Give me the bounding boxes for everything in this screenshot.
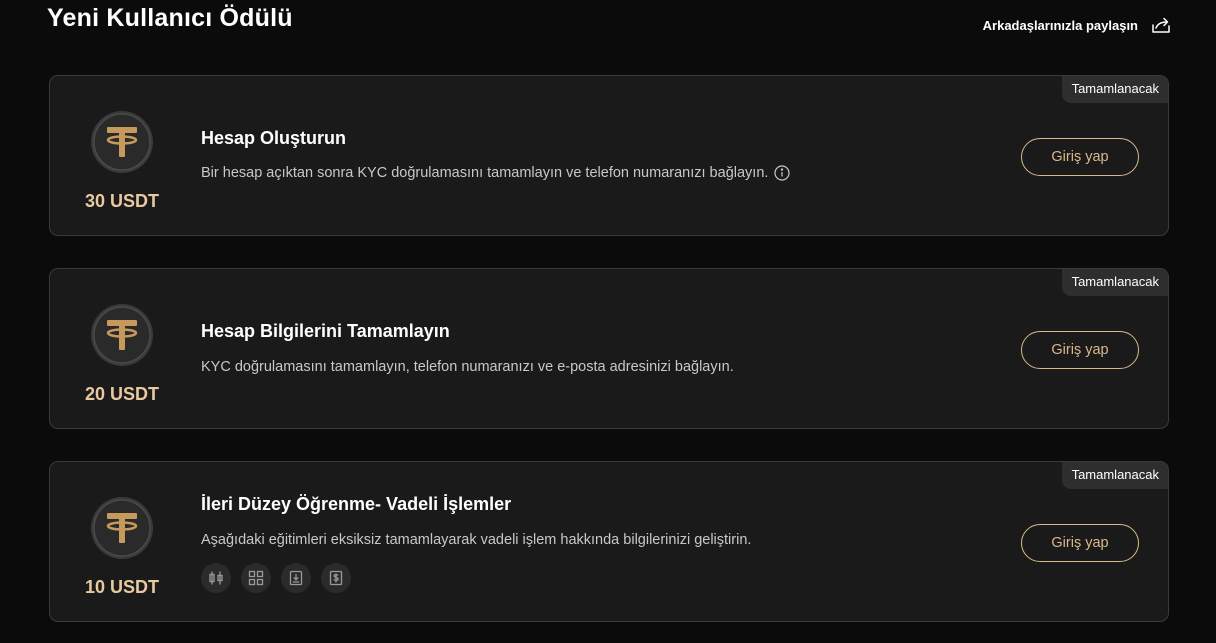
share-label: Arkadaşlarınızla paylaşın <box>982 17 1138 33</box>
reward-task-card: Tamamlanacak 20 USDT Hesap Bilgilerini T… <box>49 268 1169 429</box>
grid-icon[interactable] <box>241 563 271 593</box>
task-title: Hesap Bilgilerini Tamamlayın <box>201 321 450 341</box>
usdt-coin-icon <box>90 496 154 560</box>
task-title: İleri Düzey Öğrenme- Vadeli İşlemler <box>201 494 512 514</box>
page-header: Yeni Kullanıcı Ödülü Arkadaşlarınızla pa… <box>0 0 1216 60</box>
status-badge: Tamamlanacak <box>1061 76 1168 103</box>
task-description-row: KYC doğrulamasını tamamlayın, telefon nu… <box>201 359 734 375</box>
share-with-friends-link[interactable]: Arkadaşlarınızla paylaşın <box>983 14 1172 36</box>
reward-amount: 20 USDT <box>84 384 160 404</box>
task-description-row: Bir hesap açıktan sonra KYC doğrulamasın… <box>201 165 791 181</box>
page-title: Yeni Kullanıcı Ödülü <box>47 4 293 32</box>
reward-amount: 30 USDT <box>84 191 160 211</box>
usdt-coin-icon <box>90 303 154 367</box>
reward-task-card: Tamamlanacak 10 USDT İleri Düzey Öğrenme… <box>49 461 1169 622</box>
task-description-row: Aşağıdaki eğitimleri eksiksiz tamamlayar… <box>201 532 751 548</box>
task-title: Hesap Oluşturun <box>201 128 347 148</box>
book-download-icon[interactable] <box>281 563 311 593</box>
login-button[interactable]: Giriş yap <box>1021 138 1139 176</box>
status-badge: Tamamlanacak <box>1061 269 1168 296</box>
reward-amount: 10 USDT <box>84 577 160 597</box>
reward-task-card: Tamamlanacak 30 USDT Hesap Oluşturun Bir… <box>49 75 1169 236</box>
login-button[interactable]: Giriş yap <box>1021 524 1139 562</box>
candlestick-icon[interactable] <box>201 563 231 593</box>
course-icon-list <box>201 563 351 593</box>
login-button[interactable]: Giriş yap <box>1021 331 1139 369</box>
task-description: KYC doğrulamasını tamamlayın, telefon nu… <box>201 359 734 375</box>
status-badge: Tamamlanacak <box>1061 462 1168 489</box>
info-icon[interactable] <box>774 165 791 181</box>
task-description: Bir hesap açıktan sonra KYC doğrulamasın… <box>201 165 769 181</box>
dollar-doc-icon[interactable] <box>321 563 351 593</box>
share-icon[interactable] <box>1150 14 1172 36</box>
usdt-coin-icon <box>90 110 154 174</box>
task-description: Aşağıdaki eğitimleri eksiksiz tamamlayar… <box>201 532 752 548</box>
